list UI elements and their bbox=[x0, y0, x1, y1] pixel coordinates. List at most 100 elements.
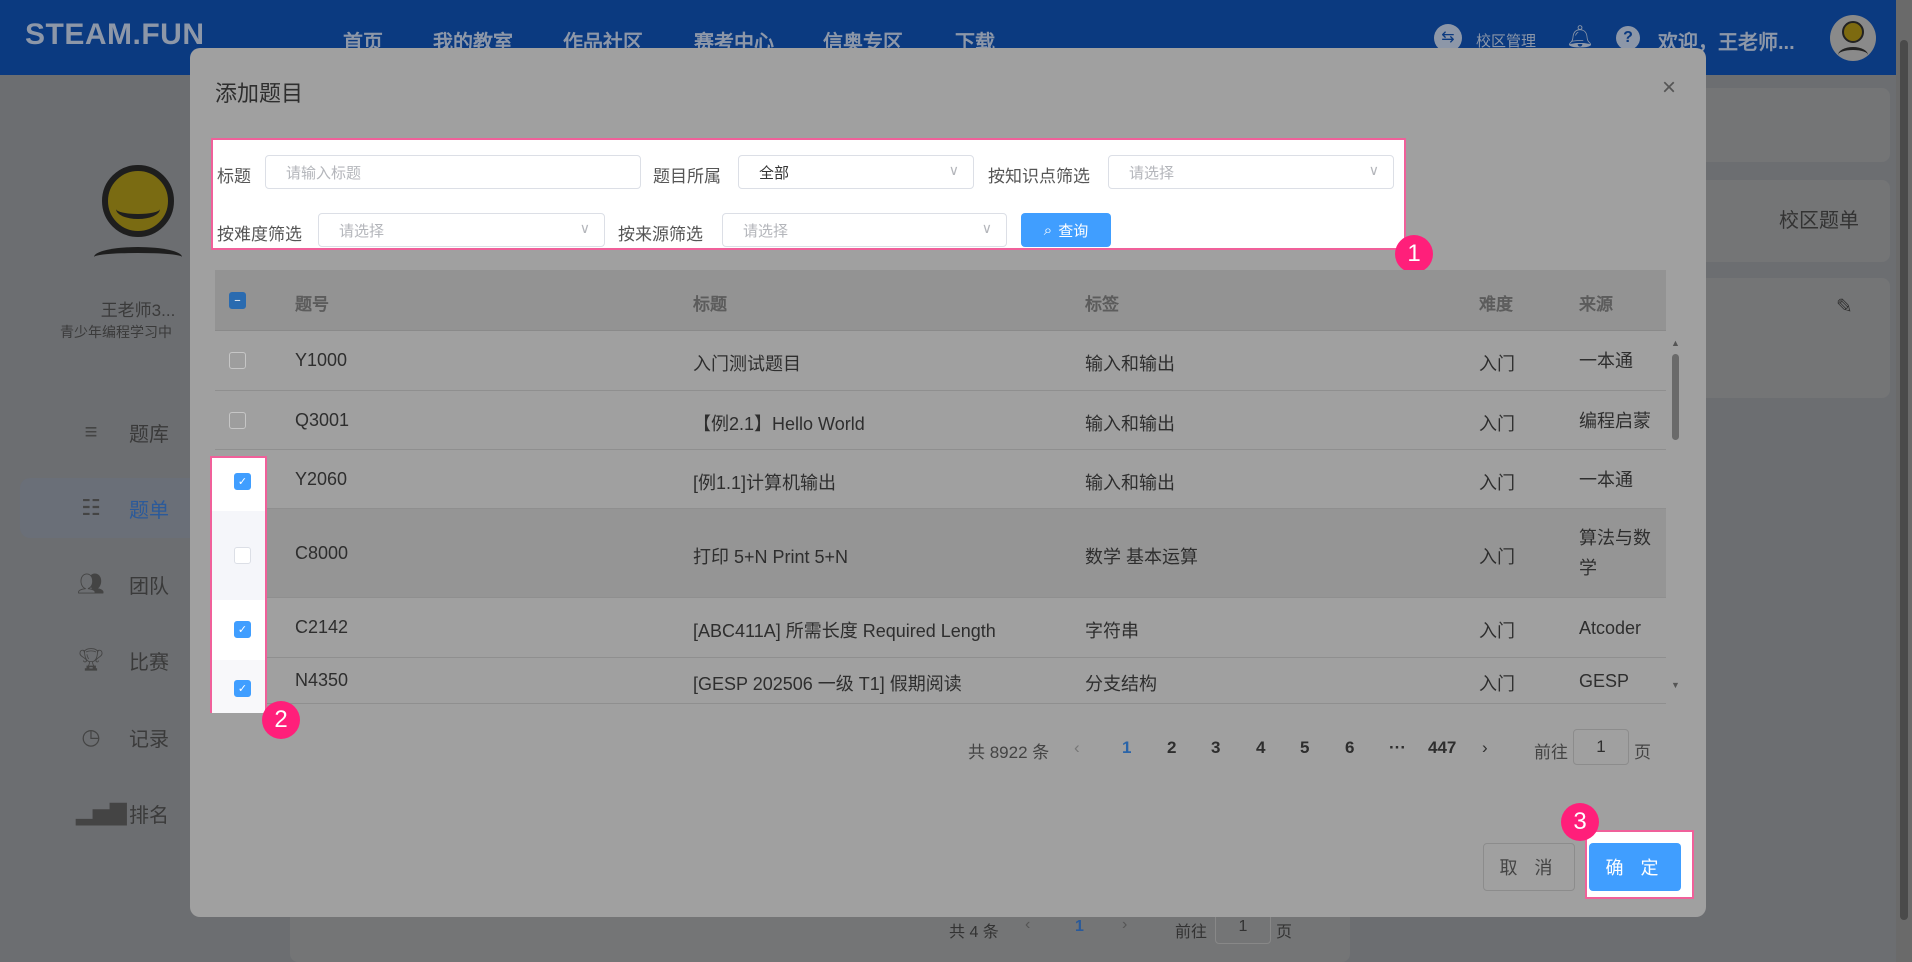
difficulty-select-placeholder: 请选择 bbox=[339, 222, 385, 240]
page-5[interactable]: 5 bbox=[1300, 738, 1309, 758]
checkbox-highlight: ✓ ✓ ✓ bbox=[210, 456, 267, 713]
annotation-badge-3: 3 bbox=[1561, 803, 1599, 841]
belong-filter-label: 题目所属 bbox=[653, 167, 721, 186]
cell-difficulty: 入门 bbox=[1479, 546, 1515, 567]
page-suffix: 页 bbox=[1634, 743, 1651, 762]
cell-tags: 数学 基本运算 bbox=[1085, 546, 1199, 567]
page-3[interactable]: 3 bbox=[1211, 738, 1220, 758]
cell-tags: 分支结构 bbox=[1085, 674, 1157, 694]
goto-label: 前往 bbox=[1534, 743, 1568, 762]
help-icon[interactable]: ? bbox=[1616, 26, 1640, 50]
cell-tags: 输入和输出 bbox=[1085, 472, 1175, 493]
column-header-id[interactable]: 题号 bbox=[295, 290, 329, 315]
bg-page-1[interactable]: 1 bbox=[1075, 918, 1084, 936]
clock-icon: ◷ bbox=[81, 724, 101, 749]
annotation-badge-2: 2 bbox=[262, 701, 300, 739]
source-select[interactable]: 请选择 ∨ bbox=[722, 213, 1007, 247]
goto-page-input[interactable]: 1 bbox=[1573, 729, 1629, 765]
cell-tags: 字符串 bbox=[1085, 621, 1139, 641]
belong-select[interactable]: 全部 ∨ bbox=[738, 155, 974, 189]
table-row[interactable]: Q3001 【例2.1】Hello World 输入和输出 入门 编程启蒙 bbox=[215, 391, 1666, 450]
cell-source: 一本通 bbox=[1579, 469, 1633, 490]
knowledge-select[interactable]: 请选择 ∨ bbox=[1108, 155, 1394, 189]
page-2[interactable]: 2 bbox=[1167, 738, 1176, 758]
row-checkbox-C8000[interactable] bbox=[234, 547, 251, 564]
bg-prev-icon[interactable]: ‹ bbox=[1025, 916, 1030, 934]
chevron-down-icon: ∨ bbox=[1368, 162, 1379, 178]
row-checkbox-Y1000[interactable] bbox=[229, 352, 246, 369]
prev-page-icon[interactable]: ‹ bbox=[1074, 738, 1080, 758]
profile-subtitle: 青少年编程学习中 bbox=[60, 324, 172, 340]
cell-id: C8000 bbox=[295, 542, 349, 563]
dialog-title: 添加题目 bbox=[215, 81, 304, 106]
sidebar-item-label: 比赛 bbox=[129, 651, 169, 674]
bg-pagination-total: 共 4 条 bbox=[949, 924, 999, 941]
table-row[interactable]: N4350 [GESP 202506 一级 T1] 假期阅读 分支结构 入门 GESP bbox=[215, 658, 1666, 704]
edit-list-icon: ≡ bbox=[84, 419, 98, 444]
filter-panel: 标题 请输入标题 题目所属 全部 ∨ 按知识点筛选 请选择 ∨ 按难度筛选 请选择 ∨… bbox=[211, 138, 1406, 250]
profile-avatar bbox=[94, 165, 182, 253]
column-header-difficulty[interactable]: 难度 bbox=[1479, 290, 1513, 315]
difficulty-select[interactable]: 请选择 ∨ bbox=[318, 213, 605, 247]
row-checkbox-N4350[interactable]: ✓ bbox=[234, 680, 251, 697]
source-select-placeholder: 请选择 bbox=[743, 222, 789, 240]
cell-title: [GESP 202506 一级 T1] 假期阅读 bbox=[693, 674, 962, 694]
sidebar-item-label: 团队 bbox=[129, 575, 169, 598]
cell-id: Y1000 bbox=[295, 350, 348, 370]
knowledge-filter-label: 按知识点筛选 bbox=[988, 167, 1090, 186]
page-scrollbar[interactable] bbox=[1896, 0, 1912, 962]
bg-goto-label: 前往 bbox=[1175, 924, 1208, 941]
column-header-title[interactable]: 标题 bbox=[693, 290, 727, 315]
sidebar-item-label: 排名 bbox=[129, 804, 169, 827]
difficulty-filter-label: 按难度筛选 bbox=[217, 225, 302, 244]
edit-icon[interactable]: ✎ bbox=[1836, 294, 1853, 319]
users-icon: 👥︎ bbox=[77, 571, 105, 596]
column-header-tags[interactable]: 标签 bbox=[1085, 290, 1119, 315]
cell-title: [例1.1]计算机输出 bbox=[693, 472, 837, 493]
belong-select-value: 全部 bbox=[759, 164, 790, 182]
campus-list-tab[interactable]: 校区题单 bbox=[1779, 204, 1859, 233]
cell-id: N4350 bbox=[295, 670, 349, 690]
cell-id: Y2060 bbox=[295, 468, 348, 489]
next-page-icon[interactable]: › bbox=[1482, 738, 1488, 758]
cell-id: Q3001 bbox=[295, 409, 350, 430]
chevron-down-icon: ∨ bbox=[948, 162, 959, 178]
cell-title: 【例2.1】Hello World bbox=[693, 413, 865, 434]
page-447[interactable]: 447 bbox=[1428, 738, 1456, 758]
row-checkbox-Q3001[interactable] bbox=[229, 411, 246, 429]
table-row[interactable]: Y1000 入门测试题目 输入和输出 入门 一本通 bbox=[215, 331, 1666, 391]
cell-title: 打印 5+N Print 5+N bbox=[693, 546, 849, 567]
page-1[interactable]: 1 bbox=[1122, 738, 1131, 758]
row-checkbox-Y2060[interactable]: ✓ bbox=[234, 473, 251, 490]
table-row[interactable]: Y2060 [例1.1]计算机输出 输入和输出 入门 一本通 bbox=[215, 450, 1666, 509]
page-6[interactable]: 6 bbox=[1345, 738, 1354, 758]
cell-difficulty: 入门 bbox=[1479, 621, 1515, 641]
more-pages-icon[interactable]: ··· bbox=[1389, 738, 1406, 758]
page-4[interactable]: 4 bbox=[1256, 738, 1265, 758]
logo[interactable]: STEAM.FUN bbox=[25, 18, 205, 52]
chevron-down-icon: ∨ bbox=[981, 220, 992, 236]
sidebar-item-label: 记录 bbox=[129, 728, 169, 751]
search-button[interactable]: ⌕ 查询 bbox=[1021, 213, 1111, 247]
cell-difficulty: 入门 bbox=[1479, 413, 1515, 434]
cell-difficulty: 入门 bbox=[1479, 674, 1515, 694]
sidebar-item-label: 题库 bbox=[129, 423, 169, 446]
sidebar-item-label: 题单 bbox=[129, 499, 169, 522]
cell-source: 编程启蒙 bbox=[1579, 410, 1651, 431]
user-avatar[interactable] bbox=[1830, 15, 1876, 61]
cell-tags: 输入和输出 bbox=[1085, 413, 1175, 434]
bg-next-icon[interactable]: › bbox=[1122, 916, 1127, 934]
cell-source: GESP bbox=[1579, 671, 1630, 691]
bg-page-suffix: 页 bbox=[1276, 924, 1293, 941]
close-icon[interactable]: × bbox=[1662, 74, 1676, 102]
bell-icon[interactable]: 🔔︎ bbox=[1566, 24, 1594, 50]
column-header-source[interactable]: 来源 bbox=[1579, 290, 1613, 315]
cancel-button[interactable]: 取 消 bbox=[1483, 843, 1575, 891]
table-scrollbar[interactable]: ▲ ▼ bbox=[1668, 338, 1682, 698]
table-row[interactable]: C2142 [ABC411A] 所需长度 Required Length 字符串 入门… bbox=[215, 598, 1666, 658]
row-checkbox-C2142[interactable]: ✓ bbox=[234, 621, 251, 638]
table-row[interactable]: C8000 打印 5+N Print 5+N 数学 基本运算 入门 算法与数学 bbox=[215, 509, 1666, 598]
title-search-input[interactable]: 请输入标题 bbox=[265, 155, 641, 189]
confirm-button[interactable]: 确 定 bbox=[1589, 843, 1681, 891]
select-all-checkbox[interactable]: − bbox=[229, 292, 246, 309]
